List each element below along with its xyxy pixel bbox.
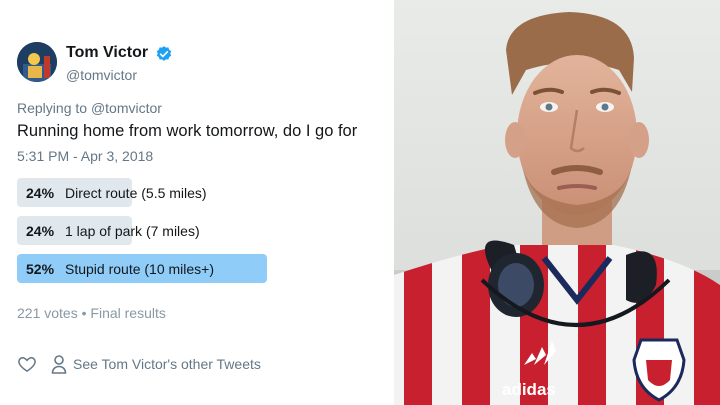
poll-option-1: 24% Direct route (5.5 miles): [17, 178, 367, 207]
verified-badge-icon: [156, 46, 172, 61]
user-handle[interactable]: @tomvictor: [66, 67, 137, 83]
poll-status: Final results: [90, 305, 166, 321]
heart-icon[interactable]: [17, 354, 37, 374]
replying-prefix: Replying to: [17, 100, 88, 116]
poll-label: 1 lap of park (7 miles): [65, 223, 200, 239]
poll-percent: 24%: [26, 223, 55, 239]
avatar[interactable]: [17, 42, 57, 82]
see-other-tweets-link[interactable]: See Tom Victor's other Tweets: [73, 356, 261, 372]
poll-percent: 24%: [26, 185, 55, 201]
person-icon: [51, 355, 67, 374]
replying-to: Replying to @tomvictor: [17, 100, 162, 116]
replying-handle-link[interactable]: @tomvictor: [91, 100, 162, 116]
poll-separator: •: [81, 305, 87, 321]
poll-votes: 221 votes: [17, 305, 78, 321]
poll-option-2: 24% 1 lap of park (7 miles): [17, 216, 367, 245]
poll-percent: 52%: [26, 261, 55, 277]
tweet-text: Running home from work tomorrow, do I go…: [17, 122, 358, 140]
poll-option-3: 52% Stupid route (10 miles+): [17, 254, 367, 283]
selfie-photo: adidas: [394, 0, 720, 405]
poll-meta: 221 votes • Final results: [17, 305, 166, 321]
poll-label: Direct route (5.5 miles): [65, 185, 207, 201]
tweet-card: Tom Victor @tomvictor Replying to @tomvi…: [0, 0, 394, 405]
display-name[interactable]: Tom Victor: [66, 44, 148, 62]
jersey-logo-text: adidas: [502, 380, 556, 399]
tweet-timestamp[interactable]: 5:31 PM - Apr 3, 2018: [17, 148, 153, 164]
poll-label: Stupid route (10 miles+): [65, 261, 215, 277]
